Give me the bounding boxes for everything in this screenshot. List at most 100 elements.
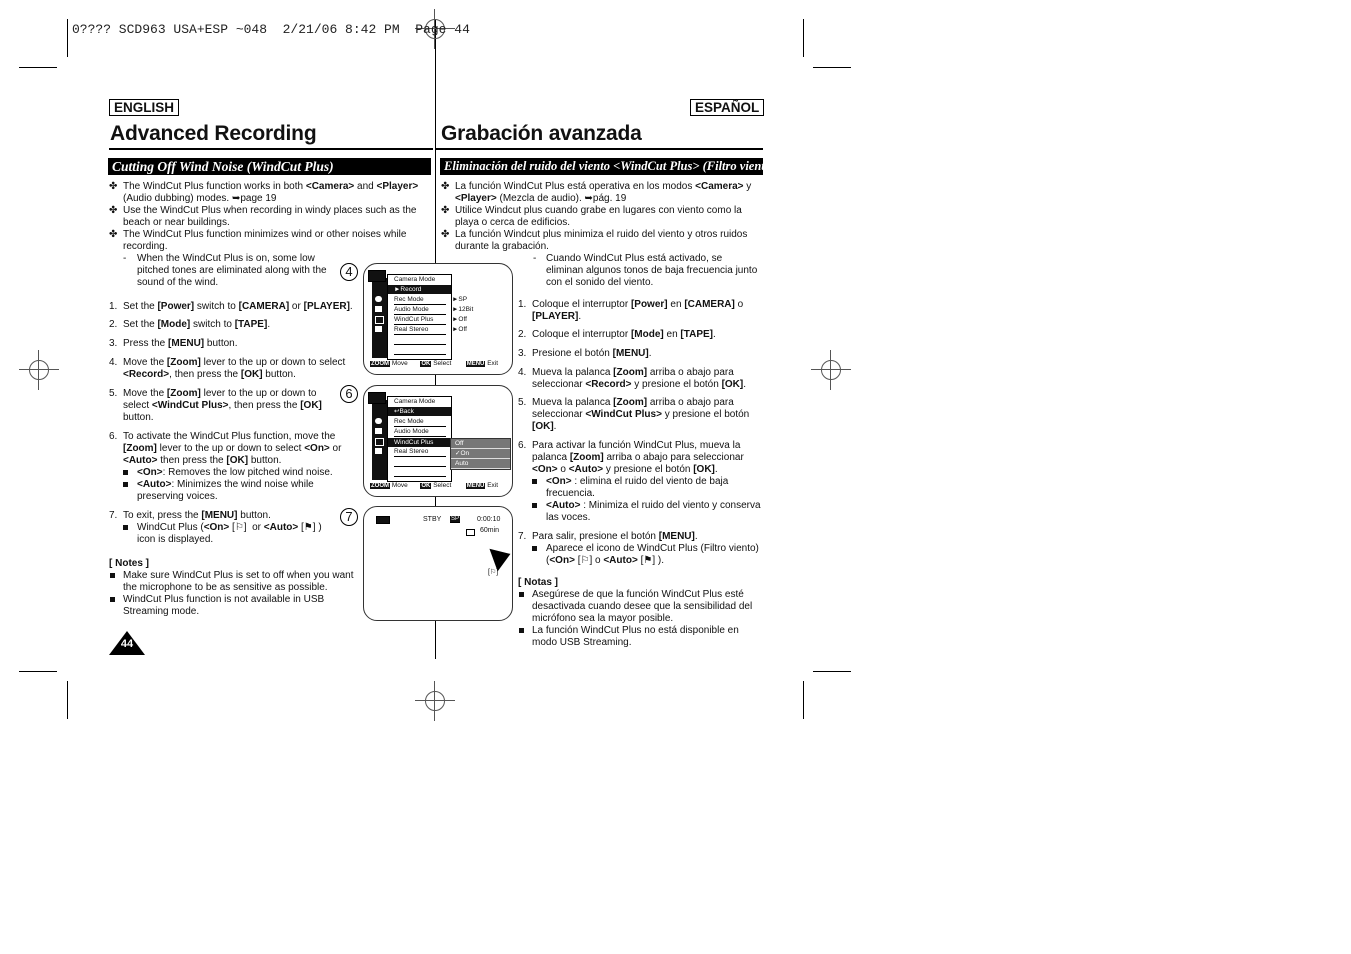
camera-mode-icon [368, 392, 386, 404]
menu-item[interactable]: Real Stereo [394, 326, 446, 335]
print-slug: 0???? SCD963 USA+ESP ~048 2/21/06 8:42 P… [72, 22, 470, 37]
bullet-text: Aparece el icono de WindCut Plus (Filtro… [546, 543, 759, 566]
page-title-english: Advanced Recording [110, 122, 317, 145]
menu-item[interactable]: Rec Mode [394, 418, 446, 427]
menu-item[interactable]: Audio Mode [394, 306, 446, 315]
bullet-text: <On>: Removes the low pitched wind noise… [137, 467, 333, 478]
option-off[interactable]: Off [451, 439, 510, 449]
step-item: 7. Para salir, presione el botón [MENU]. [518, 531, 763, 543]
step-number: 6. [518, 440, 527, 451]
select-label: Select [433, 360, 452, 367]
step6-bullet: <Auto>: Minimizes the wind noise while p… [109, 479, 317, 503]
square-bullet-icon [123, 525, 128, 530]
menu-value: ►Off [452, 316, 467, 323]
intro-item: ✤ La función WindCut Plus está operativa … [441, 181, 761, 205]
bullet-text: <Auto> : Minimiza el ruido del viento y … [546, 500, 761, 523]
menu-panel: Camera Mode ↩Back Rec Mode Audio Mode Wi… [387, 396, 452, 482]
menu-icon [375, 418, 382, 424]
step-text: To exit, press the [MENU] button. [123, 510, 271, 521]
crop-mark [67, 19, 68, 57]
menu-screen-windcut: Camera Mode ↩Back Rec Mode Audio Mode Wi… [363, 385, 513, 497]
registration-mark [811, 350, 851, 390]
page-title-spanish: Grabación avanzada [441, 122, 642, 145]
note-item: La función WindCut Plus no está disponib… [518, 625, 763, 649]
square-bullet-icon [532, 546, 537, 551]
registration-mark [19, 350, 59, 390]
step-number: 1. [518, 299, 527, 310]
bullet-text: <On> : elimina el ruido del viento de ba… [546, 476, 729, 499]
step-text: Set the [Power] switch to [CAMERA] or [P… [123, 301, 353, 312]
english-notes: [ Notes ] Make sure WindCut Plus is set … [109, 558, 359, 618]
crop-mark [813, 671, 851, 672]
exit-label: Exit [487, 482, 499, 489]
step7-bullet: WindCut Plus (<On> [⚐] or <Auto> [⚑] ) i… [109, 522, 337, 546]
registration-mark [415, 681, 455, 721]
spanish-notes: [ Notas ] Asegúrese de que la función Wi… [518, 577, 763, 649]
menu-item[interactable]: Audio Mode [394, 428, 446, 437]
option-on[interactable]: ✓On [451, 449, 510, 459]
note-text: Make sure WindCut Plus is set to off whe… [123, 570, 354, 593]
menu-back-item[interactable]: ↩Back [388, 407, 451, 416]
note-text: WindCut Plus function is not available i… [123, 594, 325, 617]
square-bullet-icon [519, 628, 524, 633]
crop-mark [803, 681, 804, 719]
step-text: Coloque el interruptor [Power] en [CAMER… [532, 299, 744, 322]
menu-icon [375, 428, 382, 434]
crop-mark [19, 671, 57, 672]
square-bullet-icon [123, 482, 128, 487]
note-item: WindCut Plus function is not available i… [109, 594, 359, 618]
menu-item[interactable]: Real Stereo [394, 448, 446, 457]
menu-item[interactable]: Rec Mode [394, 296, 446, 305]
ok-tag: OK [420, 361, 432, 367]
intro-text: Use the WindCut Plus when recording in w… [123, 205, 417, 228]
menu-header: Camera Mode [394, 276, 436, 283]
square-bullet-icon [519, 592, 524, 597]
note-item: Asegúrese de que la función WindCut Plus… [518, 589, 763, 625]
menu-item-empty [394, 346, 446, 355]
cross-bullet-icon: ✤ [109, 229, 118, 240]
menu-footer: ZOOM Move OK Select MENU Exit [370, 482, 498, 490]
step6-bullet: <On>: Removes the low pitched wind noise… [109, 467, 354, 479]
windcut-indicator-icon: [⚐] [488, 569, 499, 576]
intro-sub-text: When the WindCut Plus is on, some low pi… [137, 253, 327, 288]
menu-tag: MENU [465, 483, 486, 489]
square-bullet-icon [123, 470, 128, 475]
intro-item: ✤ Use the WindCut Plus when recording in … [109, 205, 419, 229]
step-number: 2. [518, 329, 527, 340]
dash-bullet: - [123, 253, 127, 264]
notes-title: [ Notes ] [109, 558, 149, 569]
square-bullet-icon [110, 597, 115, 602]
zoom-tag: ZOOM [370, 483, 390, 489]
step6-bullet: <Auto> : Minimiza el ruido del viento y … [518, 500, 763, 524]
status-text: STBY [423, 516, 442, 523]
crop-mark [813, 67, 851, 68]
menu-item[interactable]: WindCut Plus [394, 316, 446, 325]
step-item: 3. Press the [MENU] button. [109, 338, 354, 350]
cross-bullet-icon: ✤ [441, 229, 450, 240]
menu-icon [375, 316, 384, 324]
step-number: 6. [109, 431, 118, 442]
ok-tag: OK [420, 483, 432, 489]
spanish-intro: ✤ La función WindCut Plus está operativa … [441, 181, 761, 289]
intro-item: ✤ The WindCut Plus function works in both… [109, 181, 419, 205]
step-item: 2. Coloque el interruptor [Mode] en [TAPE… [518, 329, 763, 341]
step-number: 4. [518, 367, 527, 378]
menu-icon [375, 438, 384, 446]
figure-number-7: 7 [340, 508, 358, 526]
cross-bullet-icon: ✤ [109, 205, 118, 216]
step-item: 6. Para activar la función WindCut Plus, … [518, 440, 763, 476]
move-label: Move [391, 360, 408, 367]
menu-item-highlighted[interactable]: WindCut Plus [388, 438, 451, 447]
step-text: Set the [Mode] switch to [TAPE]. [123, 319, 271, 330]
menu-icon [375, 448, 382, 454]
section-title-spanish: Eliminación del ruido del viento <WindCu… [440, 158, 763, 175]
step-number: 3. [518, 348, 527, 359]
option-auto[interactable]: Auto [451, 459, 510, 469]
figure-number-4: 4 [340, 263, 358, 281]
intro-text: The WindCut Plus function minimizes wind… [123, 229, 407, 252]
zoom-tag: ZOOM [370, 361, 390, 367]
step-item: 1. Coloque el interruptor [Power] en [CAM… [518, 299, 763, 323]
step-number: 3. [109, 338, 118, 349]
step-text: Mueva la palanca [Zoom] arriba o abajo p… [532, 367, 747, 390]
note-text: Asegúrese de que la función WindCut Plus… [532, 589, 753, 624]
